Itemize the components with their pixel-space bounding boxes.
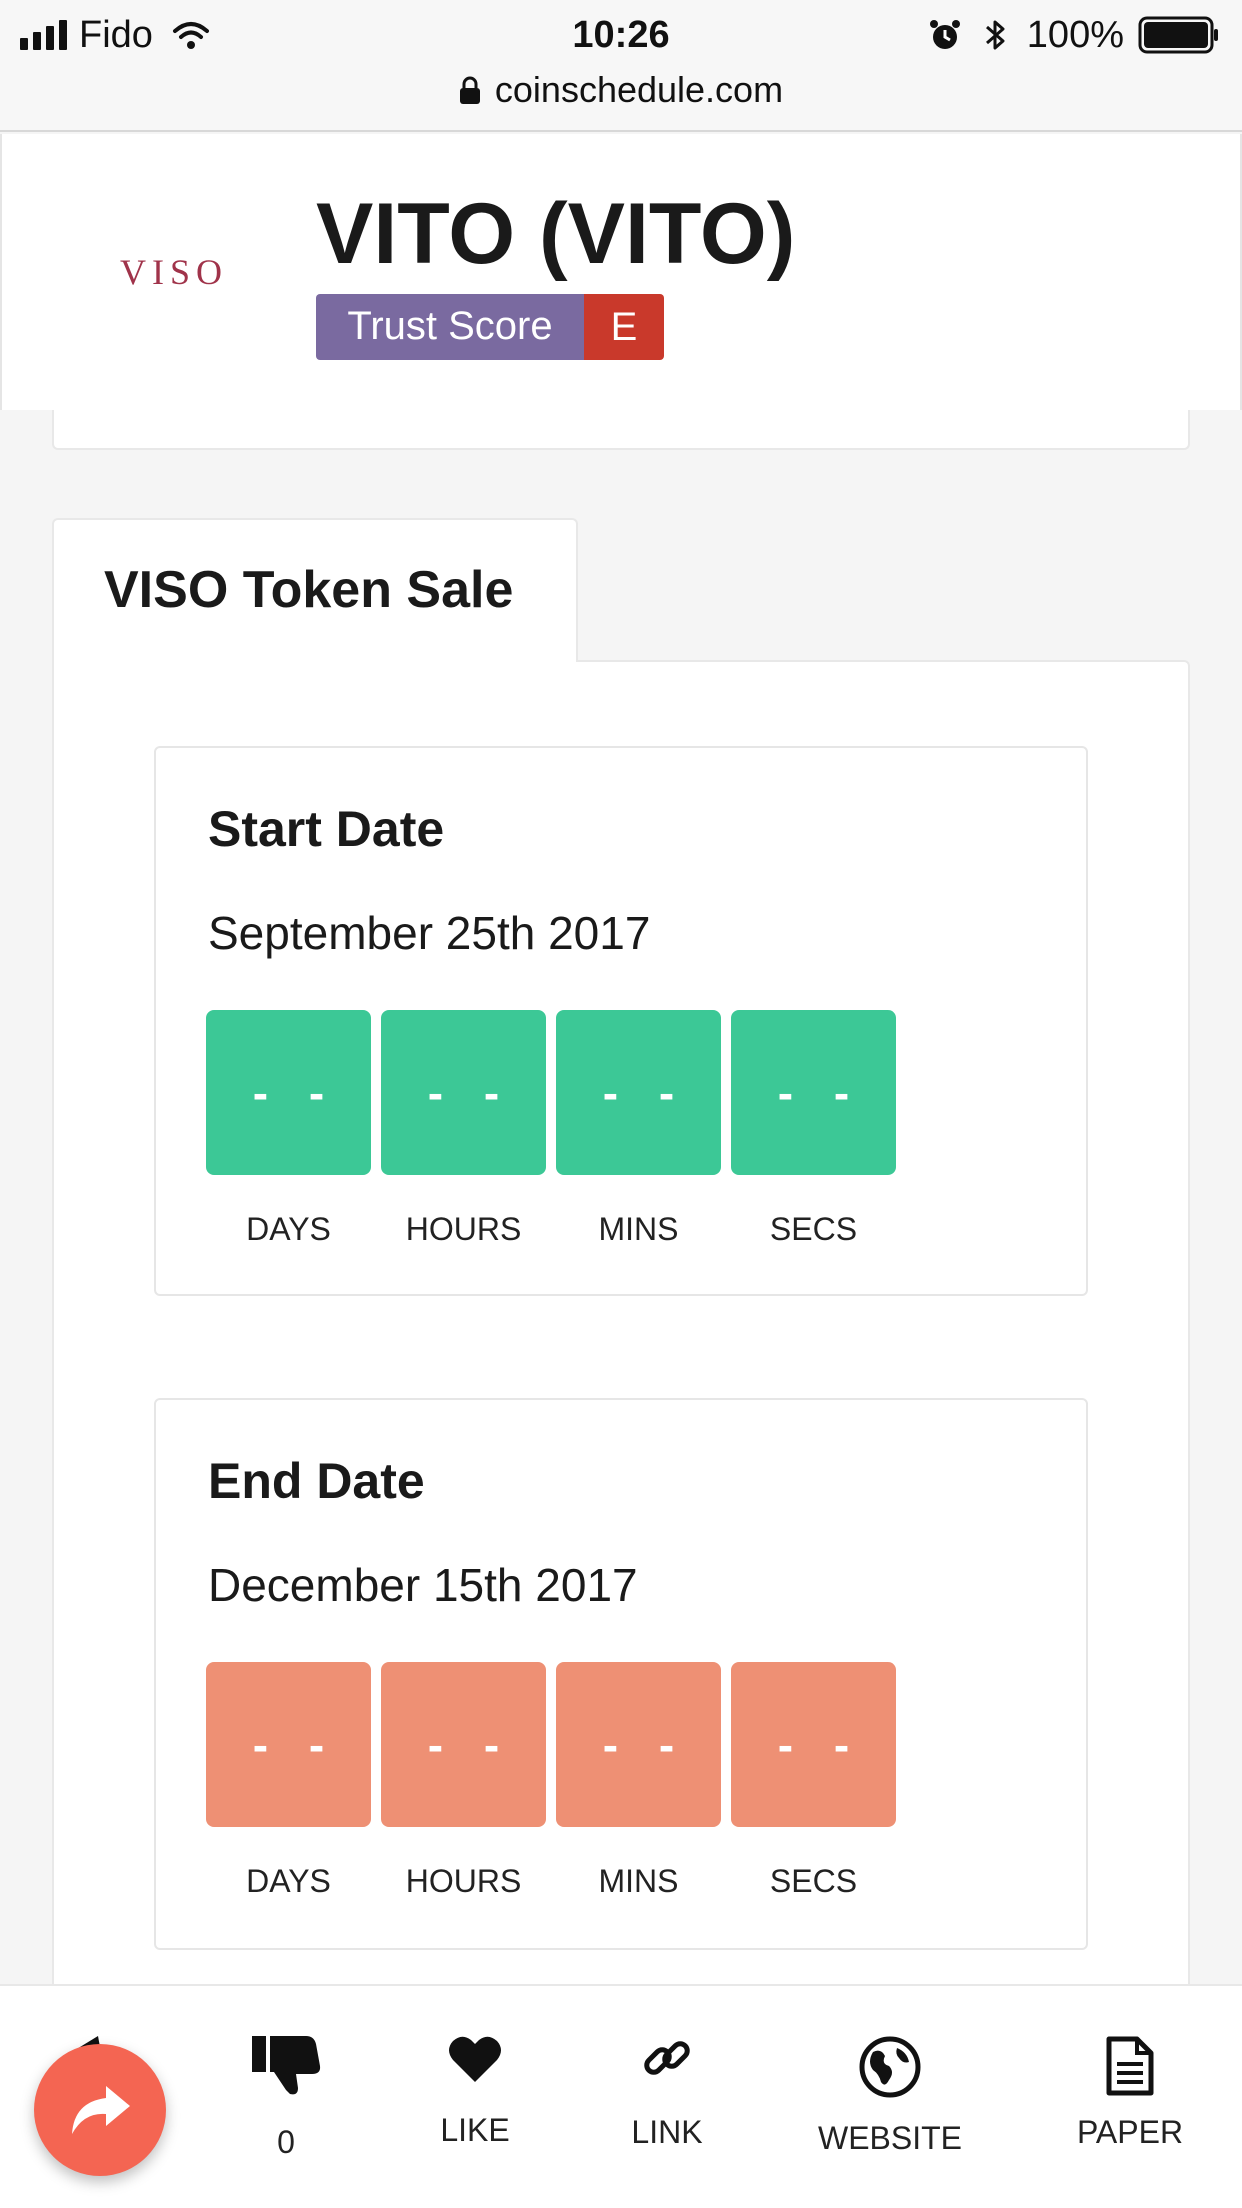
start-date-value: September 25th 2017 [208, 907, 651, 959]
bluetooth-icon [985, 20, 1005, 50]
countdown-value: - - [556, 1010, 721, 1175]
coin-logo: VISO [120, 252, 229, 292]
end-date-value: December 15th 2017 [208, 1559, 638, 1611]
trust-score-grade: E [584, 294, 664, 360]
end-date-title: End Date [208, 1453, 425, 1509]
countdown-mins: - - MINS [556, 1662, 721, 1900]
start-date-title: Start Date [208, 801, 445, 857]
tab-joint [54, 658, 576, 664]
url-text: coinschedule.com [494, 69, 784, 110]
tab-label: VISO Token Sale [104, 561, 514, 619]
trust-score-badge[interactable]: Trust Score E [316, 294, 664, 360]
countdown-hours: - - HOURS [381, 1662, 546, 1900]
countdown-label: HOURS [405, 1211, 522, 1247]
share-arrow-icon [72, 2086, 130, 2134]
countdown-label: MINS [598, 1863, 679, 1899]
countdown-label: SECS [769, 1211, 858, 1247]
countdown-value: - - [381, 1662, 546, 1827]
thumbs-down-icon [252, 2036, 321, 2095]
countdown-value: - - [731, 1662, 896, 1827]
countdown-value: - - [206, 1662, 371, 1827]
link-button[interactable]: LINK [612, 2032, 722, 2151]
countdown-value: - - [381, 1010, 546, 1175]
link-label: LINK [631, 2114, 703, 2150]
countdown-label: DAYS [246, 1863, 331, 1899]
tab-token-sale[interactable]: VISO Token Sale [52, 518, 578, 662]
dislike-count: 0 [277, 2124, 295, 2160]
countdown-value: - - [556, 1662, 721, 1827]
countdown-label: DAYS [246, 1211, 331, 1247]
end-countdown: - - DAYS - - HOURS - - MINS - - SECS [206, 1662, 896, 1900]
start-date-card: Start Date September 25th 2017 - - DAYS … [154, 746, 1088, 1296]
dislike-button[interactable]: 0 [246, 2032, 326, 2161]
countdown-label: MINS [598, 1211, 679, 1247]
share-button[interactable] [34, 2044, 166, 2176]
trust-score-label: Trust Score [316, 294, 584, 360]
status-right: 100% [927, 10, 1220, 60]
website-label: WEBSITE [817, 2120, 962, 2156]
battery-percent: 100% [1026, 13, 1124, 56]
status-bar: Fido 10:26 100% coinschedule.com [0, 0, 1242, 132]
website-button[interactable]: WEBSITE [810, 2036, 970, 2157]
whitepaper-button[interactable]: PAPER [1060, 2036, 1200, 2151]
paper-label: PAPER [1076, 2114, 1184, 2150]
coin-header: VISO VITO (VITO) Trust Score E [0, 134, 1242, 410]
countdown-days: - - DAYS [206, 1010, 371, 1248]
address-bar[interactable]: coinschedule.com [0, 64, 1242, 116]
countdown-value: - - [206, 1010, 371, 1175]
countdown-days: - - DAYS [206, 1662, 371, 1900]
countdown-label: SECS [769, 1863, 858, 1899]
battery-icon [1138, 16, 1218, 54]
bottom-toolbar: 0 LIKE LINK WEBSITE PAPER [0, 1984, 1242, 2208]
countdown-label: HOURS [405, 1863, 522, 1899]
countdown-value: - - [731, 1010, 896, 1175]
start-countdown: - - DAYS - - HOURS - - MINS - - SECS [206, 1010, 896, 1248]
end-date-card: End Date December 15th 2017 - - DAYS - -… [154, 1398, 1088, 1950]
document-icon [1106, 2036, 1154, 2096]
link-icon [644, 2041, 690, 2075]
like-button[interactable]: LIKE [420, 2034, 530, 2149]
countdown-mins: - - MINS [556, 1010, 721, 1248]
heart-icon [449, 2036, 501, 2082]
page-title: VITO (VITO) [316, 186, 796, 282]
countdown-secs: - - SECS [731, 1010, 896, 1248]
alarm-icon [929, 20, 960, 49]
countdown-secs: - - SECS [731, 1662, 896, 1900]
lock-icon [459, 76, 480, 104]
globe-icon [859, 2036, 921, 2098]
previous-card-bottom [52, 410, 1190, 450]
countdown-hours: - - HOURS [381, 1010, 546, 1248]
like-label: LIKE [440, 2112, 510, 2148]
